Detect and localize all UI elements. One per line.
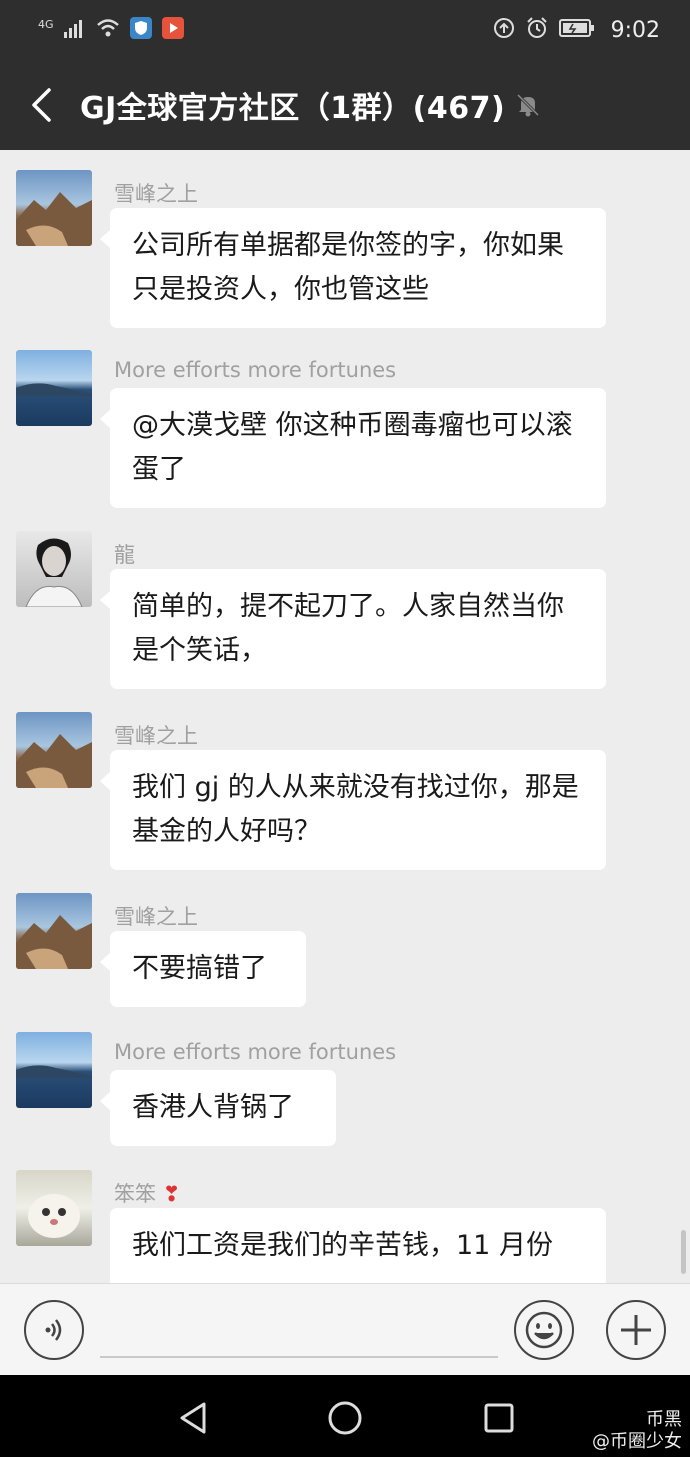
nav-home-button[interactable] bbox=[320, 1393, 370, 1443]
lake-avatar[interactable] bbox=[16, 350, 92, 426]
watermark-line1: 币黑 bbox=[646, 1409, 682, 1430]
sender-name: 雪峰之上 bbox=[114, 905, 198, 929]
message-bubble[interactable]: 简单的，提不起刀了。人家自然当你是个笑话， bbox=[100, 569, 606, 689]
scrollbar[interactable] bbox=[681, 1230, 686, 1274]
status-right: 9:02 bbox=[493, 16, 660, 44]
chevron-left-icon bbox=[32, 88, 51, 122]
chat-header: GJ全球官方社区（1群）(467) bbox=[0, 60, 690, 150]
sender-name: More efforts more fortunes bbox=[114, 1040, 397, 1064]
mountain-avatar[interactable] bbox=[16, 170, 92, 246]
back-button[interactable] bbox=[6, 60, 76, 150]
input-bar bbox=[0, 1283, 690, 1375]
circle-home-icon bbox=[328, 1401, 362, 1435]
voice-icon bbox=[45, 1319, 62, 1341]
shield-app-icon bbox=[129, 17, 152, 43]
triangle-back-icon bbox=[180, 1402, 206, 1434]
nav-recents-button[interactable] bbox=[474, 1393, 524, 1443]
square-recents-icon bbox=[484, 1403, 514, 1433]
more-button[interactable] bbox=[606, 1300, 666, 1360]
system-nav-bar: 币黑 @币圈少女 bbox=[0, 1375, 690, 1457]
emoji-button[interactable] bbox=[514, 1300, 574, 1360]
signal-icon bbox=[63, 18, 86, 42]
battery-icon bbox=[558, 19, 595, 41]
lake-avatar[interactable] bbox=[16, 1032, 92, 1108]
sender-name: 雪峰之上 bbox=[114, 182, 198, 206]
watermark-line2: @币圈少女 bbox=[592, 1431, 682, 1452]
weibo-watermark: 币黑 @币圈少女 bbox=[592, 1409, 682, 1453]
data-saver-icon bbox=[493, 17, 515, 43]
heart-exclamation-icon: ❣ bbox=[162, 1182, 181, 1206]
mountain-avatar[interactable] bbox=[16, 712, 92, 788]
network-type: 4G bbox=[38, 17, 54, 31]
status-left: 4G bbox=[38, 17, 184, 43]
message-bubble[interactable]: 不要搞错了 bbox=[100, 931, 306, 1007]
mute-bell-icon bbox=[515, 92, 541, 118]
sender-name: 笨笨 ❣ bbox=[114, 1178, 180, 1208]
sender-name-text: 笨笨 bbox=[114, 1182, 156, 1206]
message-bubble[interactable]: @大漠戈壁 你这种币圈毒瘤也可以滚蛋了 bbox=[100, 388, 606, 508]
status-bar: 4G 9:02 bbox=[0, 0, 690, 60]
alarm-icon bbox=[525, 16, 549, 44]
chat-title: GJ全球官方社区（1群）(467) bbox=[80, 91, 506, 126]
message-bubble[interactable]: 公司所有单据都是你签的字，你如果只是投资人，你也管这些 bbox=[100, 208, 606, 328]
chat-message-list[interactable]: 雪峰之上 公司所有单据都是你签的字，你如果只是投资人，你也管这些 More ef… bbox=[0, 150, 690, 1283]
cat-avatar[interactable] bbox=[16, 1170, 92, 1246]
wifi-icon bbox=[96, 18, 120, 42]
sender-name: More efforts more fortunes bbox=[114, 358, 397, 382]
message-bubble[interactable]: 我们工资是我们的辛苦钱，11 月份 bbox=[110, 1208, 606, 1283]
plus-icon bbox=[621, 1315, 651, 1345]
message-bubble[interactable]: 香港人背锅了 bbox=[100, 1070, 336, 1146]
nav-back-button[interactable] bbox=[168, 1393, 218, 1443]
clock: 9:02 bbox=[610, 17, 660, 43]
voice-button[interactable] bbox=[24, 1300, 84, 1360]
sender-name: 龍 bbox=[114, 543, 135, 567]
smiley-icon bbox=[525, 1311, 563, 1349]
man-portrait-avatar[interactable] bbox=[16, 531, 92, 607]
video-app-icon bbox=[161, 17, 184, 43]
message-input[interactable] bbox=[100, 1356, 498, 1358]
sender-name: 雪峰之上 bbox=[114, 724, 198, 748]
mountain-avatar[interactable] bbox=[16, 893, 92, 969]
message-bubble[interactable]: 我们 gj 的人从来就没有找过你，那是基金的人好吗？ bbox=[100, 750, 606, 870]
